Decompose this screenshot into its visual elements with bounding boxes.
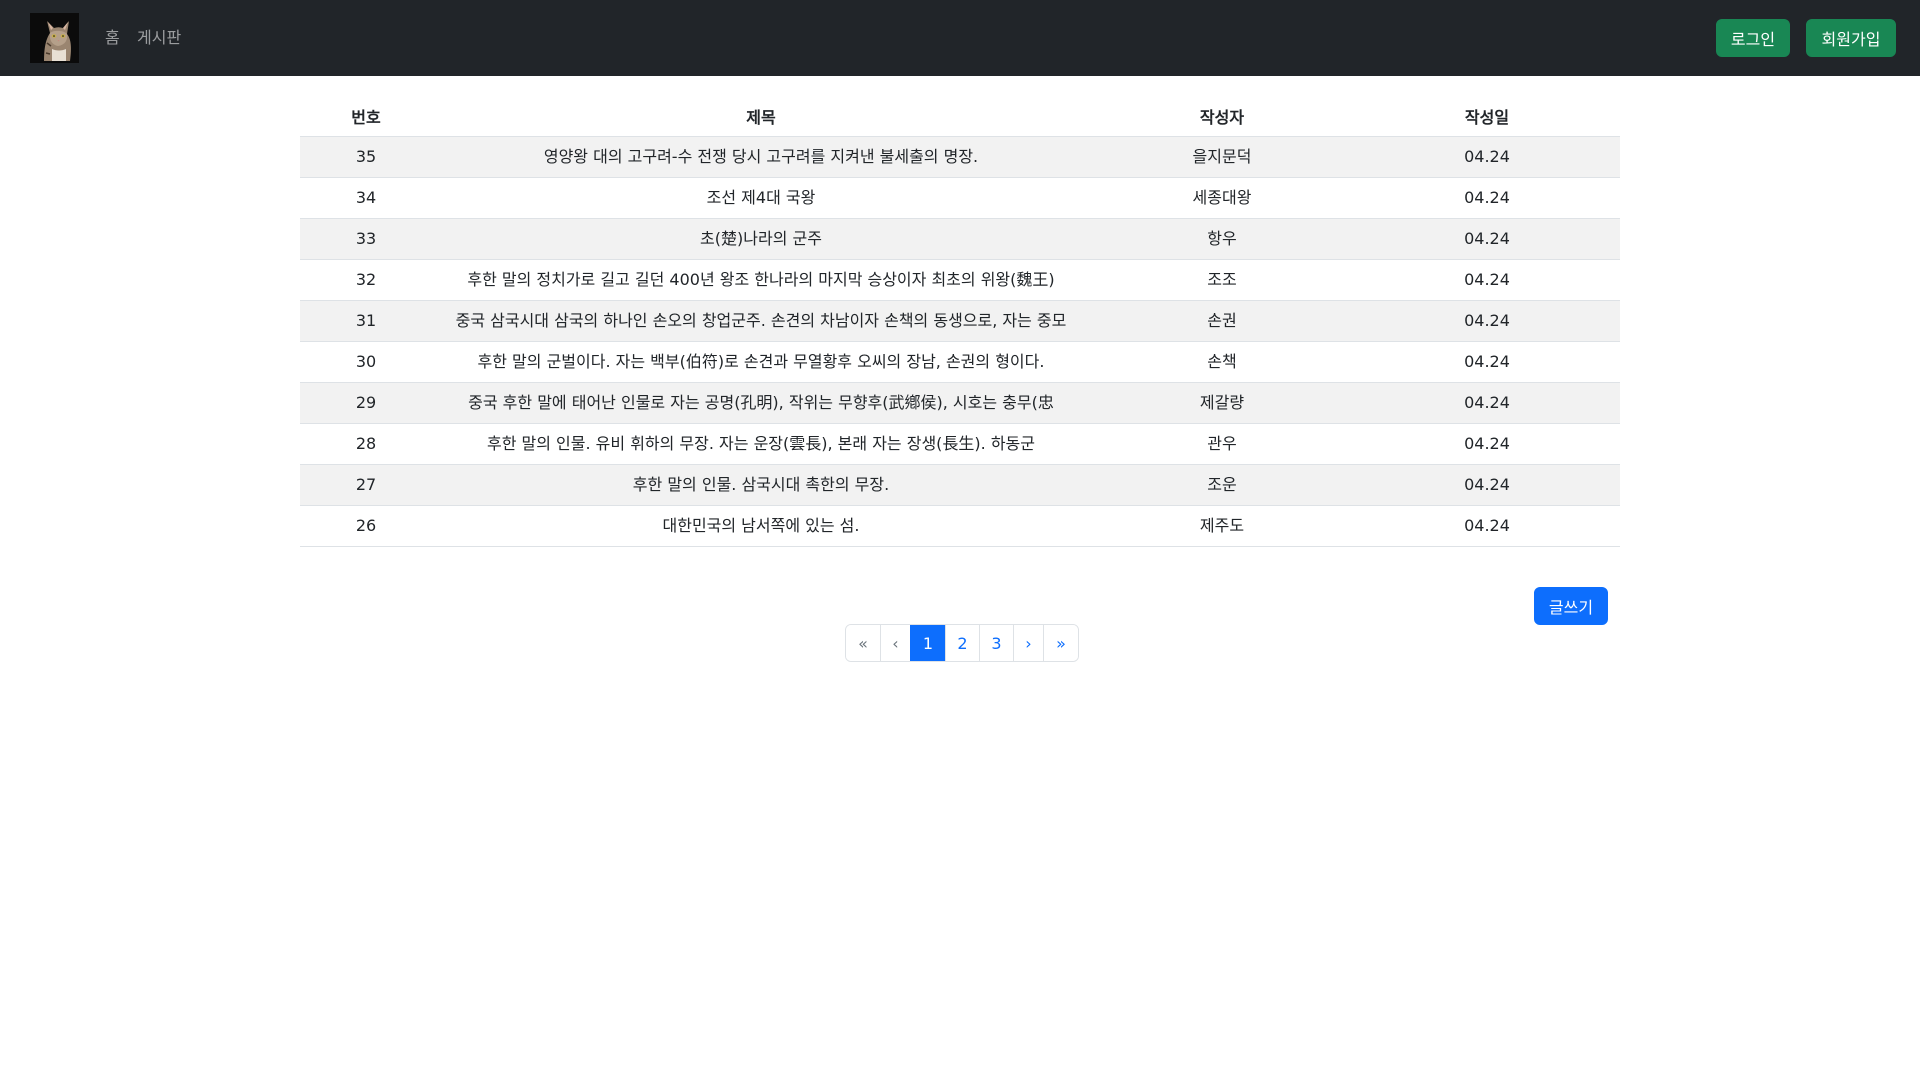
header-date: 작성일 — [1354, 95, 1620, 137]
table-row[interactable]: 31 중국 삼국시대 삼국의 하나인 손오의 창업군주. 손견의 차남이자 손책… — [300, 300, 1620, 342]
post-title-link[interactable]: 영양왕 대의 고구려-수 전쟁 당시 고구려를 지켜낸 불세출의 명장. — [440, 145, 1082, 169]
post-title-link[interactable]: 대한민국의 남서쪽에 있는 섬. — [440, 514, 1082, 538]
post-date: 04.24 — [1354, 177, 1620, 219]
header-author: 작성자 — [1090, 95, 1354, 137]
post-title-link[interactable]: 중국 후한 말에 태어난 인물로 자는 공명(孔明), 작위는 무향후(武鄕侯)… — [440, 391, 1082, 415]
post-number: 28 — [300, 423, 432, 465]
post-number: 33 — [300, 218, 432, 260]
table-row[interactable]: 32 후한 말의 정치가로 길고 길던 400년 왕조 한나라의 마지막 승상이… — [300, 259, 1620, 301]
post-number: 34 — [300, 177, 432, 219]
post-author: 제주도 — [1090, 505, 1354, 547]
post-number: 35 — [300, 136, 432, 178]
post-title-cell: 후한 말의 정치가로 길고 길던 400년 왕조 한나라의 마지막 승상이자 최… — [432, 259, 1090, 301]
page-1-button[interactable]: 1 — [910, 625, 945, 661]
post-date: 04.24 — [1354, 259, 1620, 301]
cat-image — [30, 13, 79, 63]
post-title-link[interactable]: 조선 제4대 국왕 — [440, 186, 1082, 210]
post-title-link[interactable]: 후한 말의 인물. 삼국시대 촉한의 무장. — [440, 473, 1082, 497]
table-row[interactable]: 29 중국 후한 말에 태어난 인물로 자는 공명(孔明), 작위는 무향후(武… — [300, 382, 1620, 424]
post-date: 04.24 — [1354, 464, 1620, 506]
pagination: « ‹ 1 2 3 › » — [845, 624, 1079, 662]
table-row[interactable]: 34 조선 제4대 국왕 세종대왕 04.24 — [300, 177, 1620, 219]
page-3-button[interactable]: 3 — [979, 625, 1013, 661]
post-number: 26 — [300, 505, 432, 547]
table-row[interactable]: 26 대한민국의 남서쪽에 있는 섬. 제주도 04.24 — [300, 505, 1620, 547]
post-author: 항우 — [1090, 218, 1354, 260]
post-title-cell: 영양왕 대의 고구려-수 전쟁 당시 고구려를 지켜낸 불세출의 명장. — [432, 136, 1090, 178]
post-number: 29 — [300, 382, 432, 424]
post-number: 27 — [300, 464, 432, 506]
post-date: 04.24 — [1354, 136, 1620, 178]
post-author: 을지문덕 — [1090, 136, 1354, 178]
table-row[interactable]: 33 초(楚)나라의 군주 항우 04.24 — [300, 218, 1620, 260]
post-date: 04.24 — [1354, 341, 1620, 383]
post-title-cell: 초(楚)나라의 군주 — [432, 218, 1090, 260]
header-title: 제목 — [432, 95, 1090, 137]
table-row[interactable]: 27 후한 말의 인물. 삼국시대 촉한의 무장. 조운 04.24 — [300, 464, 1620, 506]
table-row[interactable]: 30 후한 말의 군벌이다. 자는 백부(伯符)로 손견과 무열황후 오씨의 장… — [300, 341, 1620, 383]
post-number: 32 — [300, 259, 432, 301]
post-title-cell: 중국 삼국시대 삼국의 하나인 손오의 창업군주. 손견의 차남이자 손책의 동… — [432, 300, 1090, 342]
page-prev-button[interactable]: ‹ — [880, 625, 910, 661]
post-author: 제갈량 — [1090, 382, 1354, 424]
top-navbar: 홈 게시판 로그인 회원가입 — [0, 0, 1920, 76]
post-author: 손권 — [1090, 300, 1354, 342]
post-title-link[interactable]: 후한 말의 인물. 유비 휘하의 무장. 자는 운장(雲長), 본래 자는 장생… — [440, 432, 1082, 456]
post-title-cell: 조선 제4대 국왕 — [432, 177, 1090, 219]
page-first-button[interactable]: « — [846, 625, 880, 661]
post-title-cell: 중국 후한 말에 태어난 인물로 자는 공명(孔明), 작위는 무향후(武鄕侯)… — [432, 382, 1090, 424]
post-title-link[interactable]: 초(楚)나라의 군주 — [440, 227, 1082, 251]
post-title-link[interactable]: 후한 말의 군벌이다. 자는 백부(伯符)로 손견과 무열황후 오씨의 장남, … — [440, 350, 1082, 374]
post-author: 관우 — [1090, 423, 1354, 465]
post-author: 세종대왕 — [1090, 177, 1354, 219]
post-title-link[interactable]: 후한 말의 정치가로 길고 길던 400년 왕조 한나라의 마지막 승상이자 최… — [440, 268, 1082, 292]
page-2-button[interactable]: 2 — [945, 625, 979, 661]
post-date: 04.24 — [1354, 505, 1620, 547]
post-date: 04.24 — [1354, 300, 1620, 342]
post-title-link[interactable]: 중국 삼국시대 삼국의 하나인 손오의 창업군주. 손견의 차남이자 손책의 동… — [440, 309, 1082, 333]
post-number: 30 — [300, 341, 432, 383]
signup-button[interactable]: 회원가입 — [1806, 19, 1896, 57]
write-post-button[interactable]: 글쓰기 — [1534, 587, 1608, 625]
table-row[interactable]: 28 후한 말의 인물. 유비 휘하의 무장. 자는 운장(雲長), 본래 자는… — [300, 423, 1620, 465]
post-title-cell: 대한민국의 남서쪽에 있는 섬. — [432, 505, 1090, 547]
post-author: 손책 — [1090, 341, 1354, 383]
post-date: 04.24 — [1354, 423, 1620, 465]
post-author: 조조 — [1090, 259, 1354, 301]
page-next-button[interactable]: › — [1013, 625, 1043, 661]
page-last-button[interactable]: » — [1043, 625, 1078, 661]
post-date: 04.24 — [1354, 382, 1620, 424]
post-date: 04.24 — [1354, 218, 1620, 260]
cat-logo[interactable] — [30, 13, 79, 63]
post-title-cell: 후한 말의 군벌이다. 자는 백부(伯符)로 손견과 무열황후 오씨의 장남, … — [432, 341, 1090, 383]
post-title-cell: 후한 말의 인물. 유비 휘하의 무장. 자는 운장(雲長), 본래 자는 장생… — [432, 423, 1090, 465]
nav-link-board[interactable]: 게시판 — [137, 26, 181, 50]
post-number: 31 — [300, 300, 432, 342]
nav-link-home[interactable]: 홈 — [105, 26, 120, 50]
login-button[interactable]: 로그인 — [1716, 19, 1790, 57]
table-header-row: 번호 제목 작성자 작성일 — [300, 95, 1620, 137]
header-number: 번호 — [300, 95, 432, 137]
post-author: 조운 — [1090, 464, 1354, 506]
post-title-cell: 후한 말의 인물. 삼국시대 촉한의 무장. — [432, 464, 1090, 506]
board-table: 번호 제목 작성자 작성일 35 영양왕 대의 고구려-수 전쟁 당시 고구려를… — [300, 95, 1620, 547]
table-row[interactable]: 35 영양왕 대의 고구려-수 전쟁 당시 고구려를 지켜낸 불세출의 명장. … — [300, 136, 1620, 178]
